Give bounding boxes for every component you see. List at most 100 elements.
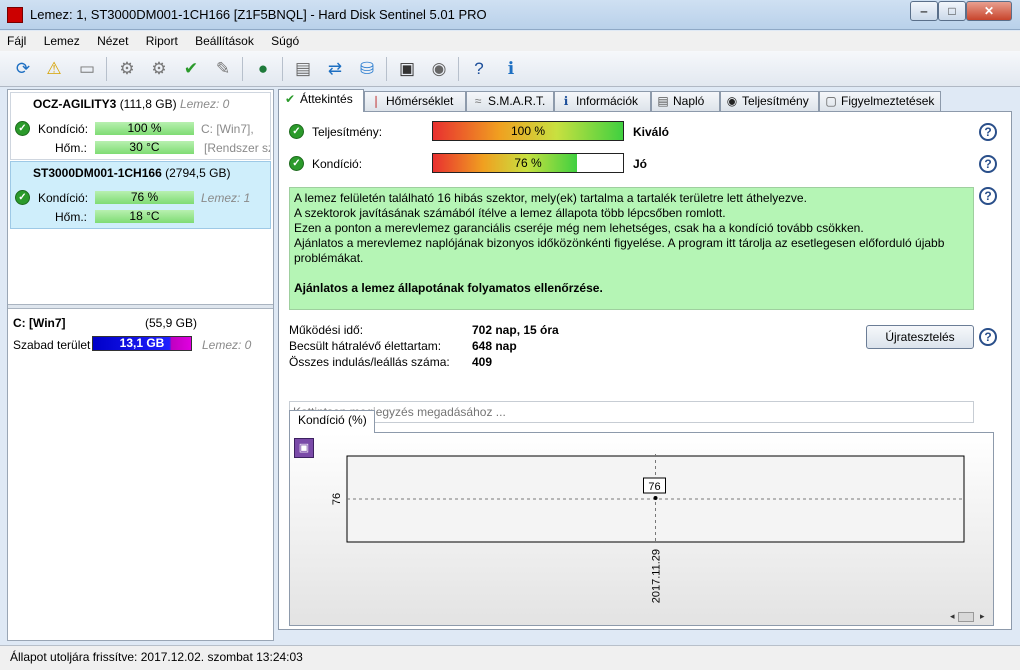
health-bar: 76 % — [432, 153, 624, 173]
help-icon[interactable]: ? — [466, 56, 492, 82]
help-icon[interactable]: ? — [979, 328, 997, 346]
disk-wrench-icon[interactable]: ✎ — [210, 56, 236, 82]
log-icon: ▤ — [657, 94, 669, 108]
disk-check-icon[interactable]: ✔ — [178, 56, 204, 82]
menu-settings[interactable]: Beállítások — [188, 31, 261, 51]
temperature-label: Hőm.: — [55, 210, 88, 224]
status-bar: Állapot utoljára frissítve: 2017.12.02. … — [0, 645, 1020, 670]
alert-icon[interactable]: ⚠ — [41, 56, 67, 82]
power-on-value: 702 nap, 15 óra — [472, 323, 559, 337]
disk-item-ocz[interactable]: OCZ-AGILITY3 (111,8 GB) Lemez: 0 ✓ Kondí… — [10, 92, 271, 160]
check-icon: ✓ — [289, 124, 304, 139]
condition-chart-area: ▣ 76 76 2017.11.29 ◂ ▸ — [289, 432, 994, 626]
title-bar[interactable]: Lemez: 1, ST3000DM001-1CH166 [Z1F5BNQL] … — [0, 0, 1020, 30]
help-icon[interactable]: ? — [979, 155, 997, 173]
toolbar-separator — [386, 57, 387, 81]
performance-bar: 100 % — [432, 121, 624, 141]
menu-disk[interactable]: Lemez — [37, 31, 87, 51]
performance-rating: Kiváló — [633, 125, 670, 139]
menu-file[interactable]: Fájl — [0, 31, 33, 51]
tab-condition-chart[interactable]: Kondíció (%) — [289, 410, 375, 433]
globe-icon[interactable]: ● — [250, 56, 276, 82]
menu-report[interactable]: Riport — [139, 31, 185, 51]
tab-smart[interactable]: ≈ S.M.A.R.T. — [466, 91, 554, 111]
free-space-bar: 13,1 GB — [92, 336, 192, 351]
maximize-button[interactable]: □ — [938, 1, 966, 21]
document-icon[interactable]: ▤ — [290, 56, 316, 82]
temperature-bar: 18 °C — [95, 210, 194, 223]
tab-temperature[interactable]: ❘ Hőmérséklet — [364, 91, 466, 111]
disk-tool-2-icon[interactable]: ⚙ — [146, 56, 172, 82]
temperature-bar: 30 °C — [95, 141, 194, 154]
check-icon: ✓ — [289, 156, 304, 171]
check-icon: ✓ — [15, 190, 30, 205]
condition-chart: 76 76 2017.11.29 — [331, 454, 965, 603]
close-button[interactable]: ✕ — [966, 1, 1012, 21]
pane-splitter[interactable] — [8, 304, 273, 309]
note-input[interactable] — [289, 401, 974, 423]
data-point — [653, 496, 658, 500]
gauge-icon: ◉ — [726, 94, 738, 108]
smart-icon: ≈ — [474, 94, 482, 108]
help-icon[interactable]: ? — [979, 123, 997, 141]
message-line: Ajánlatos a merevlemez naplójának bizony… — [294, 236, 945, 265]
retest-button[interactable]: Újratesztelés — [866, 325, 974, 349]
message-recommendation: Ajánlatos a lemez állapotának folyamatos… — [294, 281, 603, 295]
app-window: Lemez: 1, ST3000DM001-1CH166 [Z1F5BNQL] … — [0, 0, 1020, 670]
check-icon: ✔ — [284, 92, 296, 106]
sync-icon[interactable]: ⇄ — [322, 56, 348, 82]
status-text: Állapot utoljára frissítve: 2017.12.02. … — [10, 650, 303, 664]
disk-icon[interactable]: ▭ — [74, 56, 100, 82]
start-stop-label: Összes indulás/leállás száma: — [289, 355, 450, 369]
drive-disk-index: Lemez: 0 — [202, 338, 252, 352]
menu-view[interactable]: Nézet — [90, 31, 135, 51]
disk-index: Lemez: 1 — [201, 191, 251, 205]
tab-information[interactable]: ℹ Információk — [554, 91, 651, 111]
scroll-left-icon[interactable]: ◂ — [950, 611, 955, 622]
toolbar-separator — [106, 57, 107, 81]
thermometer-icon: ❘ — [370, 94, 382, 108]
network-icon[interactable]: ⛁ — [354, 56, 380, 82]
partition-label: C: [Win7], — [201, 122, 254, 136]
tab-performance[interactable]: ◉ Teljesítmény — [720, 91, 819, 111]
monitor-icon[interactable]: ▣ — [394, 56, 420, 82]
start-stop-value: 409 — [472, 355, 493, 369]
overview-panel: ✓ Teljesítmény: 100 % Kiváló ? ✓ Kondíci… — [278, 111, 1012, 630]
disk-tool-icon[interactable]: ⚙ — [114, 56, 140, 82]
speaker-icon[interactable]: ◉ — [426, 56, 452, 82]
performance-value: 100 % — [510, 124, 546, 138]
partition-desc: [Rendszer szá — [204, 141, 270, 155]
tab-alerts[interactable]: ▢ Figyelmeztetések — [819, 91, 941, 111]
scroll-right-icon[interactable]: ▸ — [980, 611, 985, 622]
info-icon[interactable]: ℹ — [498, 56, 524, 82]
message-line: A szektorok javításának számából ítélve … — [294, 206, 726, 220]
condition-label: Kondíció: — [38, 191, 89, 205]
chart-scrollbar[interactable]: ◂ ▸ — [950, 611, 990, 623]
info-icon: ℹ — [563, 94, 569, 108]
condition-label: Kondíció: — [38, 122, 89, 136]
warning-doc-icon: ▢ — [825, 94, 837, 108]
disk-list-pane: OCZ-AGILITY3 (111,8 GB) Lemez: 0 ✓ Kondí… — [7, 89, 274, 641]
tab-overview[interactable]: ✔ Áttekintés — [278, 89, 364, 112]
scroll-thumb[interactable] — [958, 612, 974, 622]
menu-help[interactable]: Súgó — [264, 31, 306, 51]
tab-log[interactable]: ▤ Napló — [651, 91, 720, 111]
refresh-icon[interactable]: ⟳ — [10, 56, 36, 82]
health-label: Kondíció: — [312, 157, 363, 171]
check-icon: ✓ — [15, 121, 30, 136]
drive-size: (55,9 GB) — [145, 316, 198, 330]
power-on-label: Működési idő: — [289, 323, 364, 337]
drive-name: C: [Win7] — [13, 316, 66, 330]
free-space-label: Szabad terület — [13, 338, 91, 352]
disk-item-st3000[interactable]: ST3000DM001-1CH166 (2794,5 GB) ✓ Kondíci… — [10, 161, 271, 229]
toolbar: ⟳ ⚠ ▭ ⚙ ⚙ ✔ ✎ ● ▤ ⇄ ⛁ ▣ ◉ ? ℹ — [0, 51, 1020, 87]
tab-bar: ✔ Áttekintés ❘ Hőmérséklet ≈ S.M.A.R.T. ℹ In… — [278, 89, 1012, 112]
minimize-button[interactable]: ‒ — [910, 1, 938, 21]
toolbar-separator — [242, 57, 243, 81]
disk-name: ST3000DM001-1CH166 (2794,5 GB) — [33, 166, 231, 180]
data-label: 76 — [648, 481, 660, 493]
help-icon[interactable]: ? — [979, 187, 997, 205]
remaining-life-value: 648 nap — [472, 339, 517, 353]
health-rating: Jó — [633, 157, 648, 171]
health-message-box: A lemez felületén található 16 hibás sze… — [289, 187, 974, 310]
